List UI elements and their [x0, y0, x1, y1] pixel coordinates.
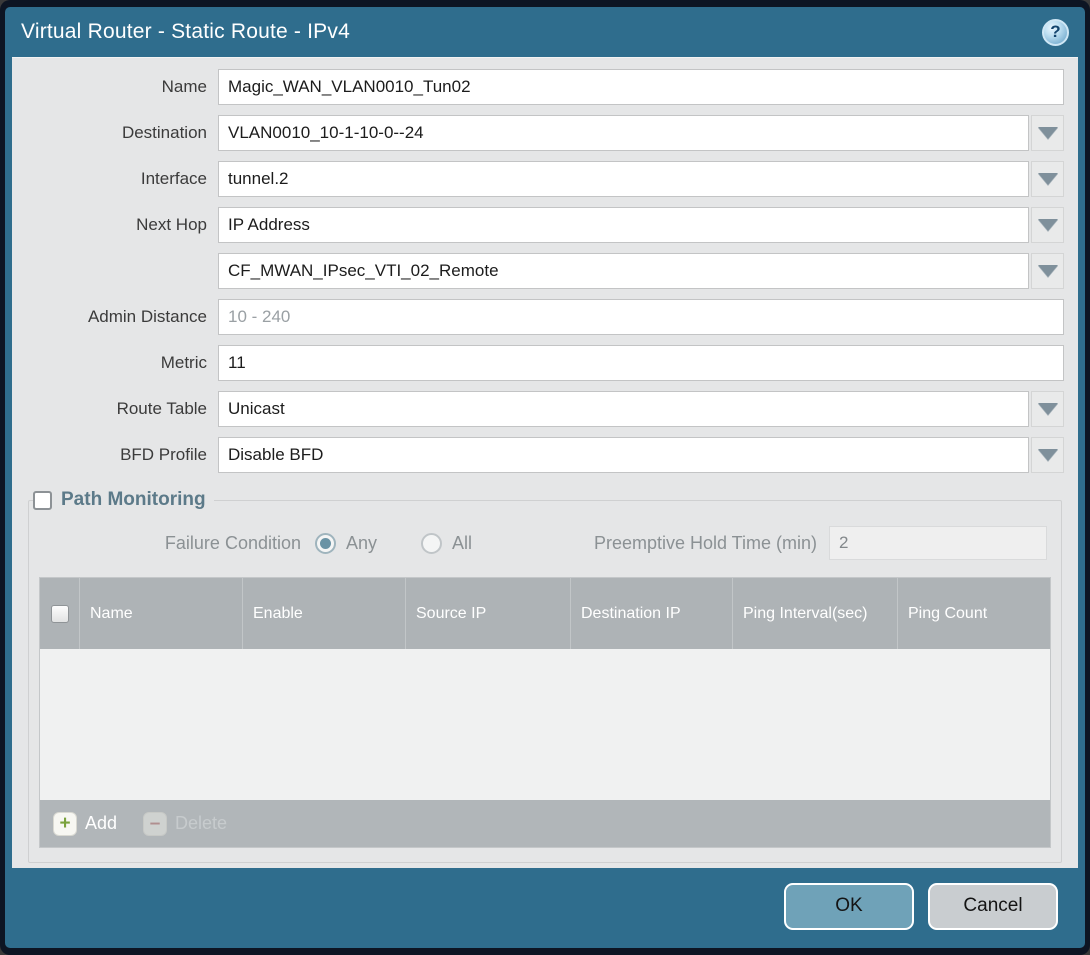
name-row: Name	[26, 69, 1064, 105]
interface-label: Interface	[26, 169, 218, 189]
next-hop-address-dropdown-button[interactable]	[1031, 253, 1064, 289]
plus-icon: +	[53, 812, 77, 836]
chevron-down-icon	[1038, 265, 1058, 277]
delete-button[interactable]: – Delete	[143, 812, 227, 836]
column-header-source-ip[interactable]: Source IP	[406, 578, 571, 649]
next-hop-dropdown-button[interactable]	[1031, 207, 1064, 243]
name-label: Name	[26, 77, 218, 97]
static-route-dialog: Virtual Router - Static Route - IPv4 ? N…	[5, 7, 1085, 948]
failure-condition-all-radio[interactable]: All	[421, 533, 472, 554]
bfd-profile-label: BFD Profile	[26, 445, 218, 465]
chevron-down-icon	[1038, 173, 1058, 185]
destination-dropdown-button[interactable]	[1031, 115, 1064, 151]
column-header-ping-count[interactable]: Ping Count	[898, 578, 1050, 649]
next-hop-type-input[interactable]	[218, 207, 1029, 243]
dialog-title: Virtual Router - Static Route - IPv4	[21, 20, 1042, 44]
metric-input[interactable]	[218, 345, 1064, 381]
interface-input[interactable]	[218, 161, 1029, 197]
failure-condition-row: Failure Condition Any All Preemptive Hol…	[43, 525, 1047, 561]
column-header-name[interactable]: Name	[80, 578, 243, 649]
radio-icon	[315, 533, 336, 554]
add-button[interactable]: + Add	[53, 812, 117, 836]
radio-icon	[421, 533, 442, 554]
dialog-body: Name Destination Interface	[12, 57, 1078, 868]
chevron-down-icon	[1038, 219, 1058, 231]
add-button-label: Add	[85, 813, 117, 834]
failure-condition-any-label: Any	[346, 533, 377, 554]
path-monitoring-checkbox[interactable]	[33, 491, 52, 510]
ok-button[interactable]: OK	[784, 883, 914, 930]
admin-distance-label: Admin Distance	[26, 307, 218, 327]
dialog-titlebar: Virtual Router - Static Route - IPv4 ?	[5, 7, 1085, 57]
chevron-down-icon	[1038, 449, 1058, 461]
column-header-ping-interval[interactable]: Ping Interval(sec)	[733, 578, 898, 649]
path-monitoring-table: Name Enable Source IP Destination IP Pin…	[39, 577, 1051, 848]
preemptive-hold-input[interactable]	[829, 526, 1047, 560]
next-hop-row: Next Hop	[26, 207, 1064, 243]
path-monitoring-section: Path Monitoring Failure Condition Any Al…	[28, 489, 1062, 863]
next-hop-label: Next Hop	[26, 215, 218, 235]
route-table-label: Route Table	[26, 399, 218, 419]
path-monitoring-legend: Path Monitoring	[33, 489, 214, 511]
column-header-destination-ip[interactable]: Destination IP	[571, 578, 733, 649]
route-table-dropdown-button[interactable]	[1031, 391, 1064, 427]
select-all-checkbox[interactable]	[51, 605, 69, 623]
chevron-down-icon	[1038, 127, 1058, 139]
minus-icon: –	[143, 812, 167, 836]
table-toolbar: + Add – Delete	[40, 800, 1050, 847]
preemptive-hold-label: Preemptive Hold Time (min)	[594, 533, 829, 554]
metric-label: Metric	[26, 353, 218, 373]
failure-condition-label: Failure Condition	[43, 533, 315, 554]
route-table-row: Route Table	[26, 391, 1064, 427]
destination-label: Destination	[26, 123, 218, 143]
failure-condition-any-radio[interactable]: Any	[315, 533, 377, 554]
destination-row: Destination	[26, 115, 1064, 151]
dialog-footer: OK Cancel	[5, 868, 1085, 948]
interface-row: Interface	[26, 161, 1064, 197]
interface-dropdown-button[interactable]	[1031, 161, 1064, 197]
path-monitoring-legend-label: Path Monitoring	[61, 489, 206, 511]
chevron-down-icon	[1038, 403, 1058, 415]
delete-button-label: Delete	[175, 813, 227, 834]
next-hop-address-input[interactable]	[218, 253, 1029, 289]
bfd-profile-dropdown-button[interactable]	[1031, 437, 1064, 473]
table-body-empty	[40, 649, 1050, 800]
failure-condition-all-label: All	[452, 533, 472, 554]
admin-distance-row: Admin Distance	[26, 299, 1064, 335]
admin-distance-input[interactable]	[218, 299, 1064, 335]
metric-row: Metric	[26, 345, 1064, 381]
route-table-input[interactable]	[218, 391, 1029, 427]
bfd-profile-row: BFD Profile	[26, 437, 1064, 473]
table-header-row: Name Enable Source IP Destination IP Pin…	[40, 578, 1050, 649]
destination-input[interactable]	[218, 115, 1029, 151]
next-hop-address-row	[26, 253, 1064, 289]
dialog-outer-frame: Virtual Router - Static Route - IPv4 ? N…	[0, 0, 1090, 955]
help-icon[interactable]: ?	[1042, 19, 1069, 46]
bfd-profile-input[interactable]	[218, 437, 1029, 473]
name-input[interactable]	[218, 69, 1064, 105]
column-header-enable[interactable]: Enable	[243, 578, 406, 649]
preemptive-hold-group: Preemptive Hold Time (min)	[594, 526, 1047, 560]
table-header-checkbox-cell	[40, 578, 80, 649]
cancel-button[interactable]: Cancel	[928, 883, 1058, 930]
